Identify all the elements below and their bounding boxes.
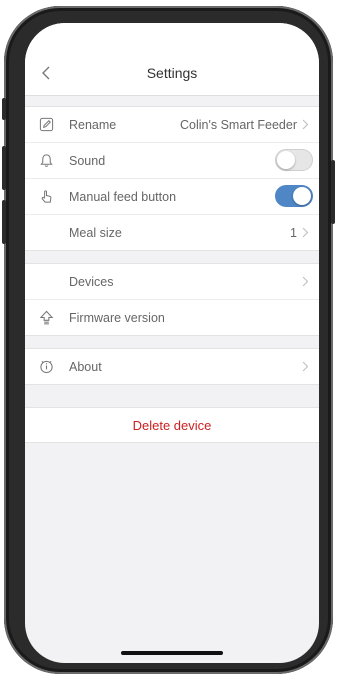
edit-icon (39, 117, 54, 132)
page-title: Settings (146, 65, 198, 81)
manual-feed-toggle[interactable] (275, 185, 313, 207)
settings-group-about: About (25, 348, 319, 385)
sound-label: Sound (69, 153, 106, 168)
delete-device-button[interactable]: Delete device (25, 407, 319, 443)
chevron-right-icon (302, 119, 309, 130)
navigation-bar: Settings (25, 53, 319, 96)
sound-toggle[interactable] (275, 149, 313, 171)
manual-feed-label: Manual feed button (69, 189, 177, 204)
about-row[interactable]: About (25, 349, 319, 384)
devices-row[interactable]: Devices (25, 264, 319, 300)
status-bar (25, 23, 319, 53)
phone-volume-down-button (2, 200, 6, 244)
rename-value: Colin's Smart Feeder (179, 117, 297, 132)
info-clock-icon (40, 360, 53, 374)
devices-label: Devices (69, 274, 114, 289)
meal-size-label: Meal size (69, 225, 122, 240)
toggle-knob (277, 151, 295, 169)
meal-size-value: 1 (290, 225, 297, 240)
app-screen: Settings Rename Colin's Smart Feeder Sou… (25, 23, 319, 663)
phone-volume-up-button (2, 146, 6, 190)
sound-row: Sound (25, 143, 319, 179)
settings-group-system: Devices Firmware version (25, 263, 319, 336)
toggle-knob (293, 187, 311, 205)
manual-feed-row: Manual feed button (25, 179, 319, 215)
hand-pointer-icon (41, 190, 52, 203)
rename-label: Rename (69, 117, 117, 132)
firmware-label: Firmware version (69, 310, 165, 325)
meal-size-row[interactable]: Meal size 1 (25, 215, 319, 250)
bell-icon (40, 154, 53, 167)
upload-icon (39, 310, 54, 325)
home-indicator[interactable] (121, 651, 223, 655)
chevron-right-icon (302, 227, 309, 238)
phone-power-button (331, 160, 335, 224)
delete-device-label: Delete device (132, 417, 212, 433)
chevron-right-icon (302, 276, 309, 287)
settings-group-device: Rename Colin's Smart Feeder Sound Manual… (25, 106, 319, 251)
chevron-right-icon (302, 361, 309, 372)
firmware-row[interactable]: Firmware version (25, 300, 319, 335)
rename-row[interactable]: Rename Colin's Smart Feeder (25, 107, 319, 143)
phone-side-button (2, 98, 6, 120)
about-label: About (69, 359, 102, 374)
